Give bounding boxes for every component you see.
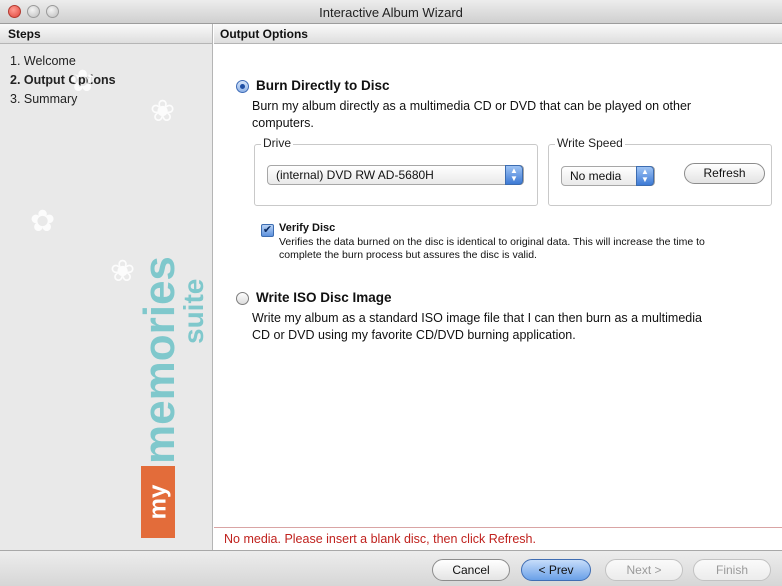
steps-sidebar: Steps 1. Welcome 2. Output Options 3. Su… <box>0 24 213 550</box>
burn-disc-description-line1: Burn my album directly as a multimedia C… <box>252 99 692 113</box>
updown-arrows-icon: ▲ ▼ <box>636 166 654 186</box>
write-iso-radio[interactable] <box>236 292 249 305</box>
write-speed-value: No media <box>570 169 622 183</box>
verify-disc-description-line2: complete the burn process but assures th… <box>279 249 537 261</box>
flower-decoration-icon: ✿ <box>30 205 56 238</box>
verify-disc-description-line1: Verifies the data burned on the disc is … <box>279 236 705 248</box>
steps-list: 1. Welcome 2. Output Options 3. Summary <box>0 44 212 117</box>
window-title: Interactive Album Wizard <box>319 5 463 20</box>
write-speed-select[interactable]: No media ▲ ▼ <box>561 166 655 186</box>
burn-disc-radio[interactable] <box>236 80 249 93</box>
finish-button[interactable]: Finish <box>693 559 771 581</box>
verify-disc-checkbox[interactable]: ✔ <box>261 224 274 237</box>
panel-header: Output Options <box>214 24 782 44</box>
cancel-button[interactable]: Cancel <box>432 559 510 581</box>
refresh-button[interactable]: Refresh <box>684 163 765 184</box>
drive-select[interactable]: (internal) DVD RW AD-5680H ▲ ▼ <box>267 165 524 185</box>
logo-my-box: my <box>141 466 175 538</box>
title-bar: Interactive Album Wizard <box>0 0 782 24</box>
next-button[interactable]: Next > <box>605 559 683 581</box>
status-message: No media. Please insert a blank disc, th… <box>224 532 536 546</box>
write-speed-label: Write Speed <box>555 136 625 150</box>
drive-label: Drive <box>261 136 294 150</box>
logo-memories-text: memories <box>135 256 184 464</box>
write-iso-title[interactable]: Write ISO Disc Image <box>256 290 392 305</box>
burn-disc-description-line2: computers. <box>252 116 314 130</box>
logo-suite-text: suite <box>178 278 209 344</box>
drive-select-value: (internal) DVD RW AD-5680H <box>276 168 434 182</box>
flower-decoration-icon: ✿ <box>70 65 96 98</box>
burn-disc-title[interactable]: Burn Directly to Disc <box>256 78 390 93</box>
flower-decoration-icon: ❀ <box>150 95 176 128</box>
write-iso-description-line1: Write my album as a standard ISO image f… <box>252 311 702 325</box>
output-options-panel: Output Options Burn Directly to Disc Bur… <box>214 24 782 550</box>
write-iso-description-line2: CD or DVD using my favorite CD/DVD burni… <box>252 328 576 342</box>
prev-button[interactable]: < Prev <box>521 559 591 581</box>
steps-header: Steps <box>0 24 212 44</box>
step-output-options: 2. Output Options <box>10 73 116 87</box>
flower-decoration-icon: ❀ <box>110 255 136 288</box>
updown-arrows-icon: ▲ ▼ <box>505 165 523 185</box>
status-divider <box>214 527 782 528</box>
wizard-footer: Cancel < Prev Next > Finish <box>0 550 782 586</box>
verify-disc-title[interactable]: Verify Disc <box>279 222 335 234</box>
step-welcome: 1. Welcome <box>10 54 76 68</box>
